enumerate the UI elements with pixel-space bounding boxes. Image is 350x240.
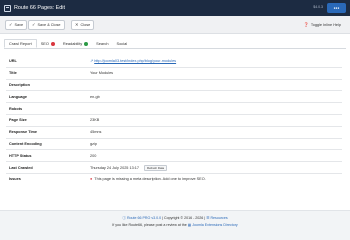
review-text: If you like Route66, please post a revie…: [112, 223, 188, 227]
close-button-label: Close: [80, 23, 91, 27]
row-label: Last Crawled: [9, 165, 33, 170]
refresh-data-button[interactable]: Refresh Data: [143, 164, 168, 171]
footer-review-line: If you like Route66, please post a revie…: [0, 223, 350, 227]
row-label: Response Time: [9, 130, 37, 135]
jed-link[interactable]: Joomla Extensions Directory: [192, 223, 238, 227]
warning-icon: ●: [90, 177, 93, 182]
row-label: Language: [9, 94, 27, 99]
table-row-title: Title Your Modules: [6, 66, 342, 79]
crawl-report-table: URL ↗ http://joomla03.test/index.php/blo…: [6, 55, 342, 185]
row-label: Robots: [9, 106, 23, 111]
last-crawled-date: Thursday 24 July 2025 13:17: [90, 165, 139, 170]
table-row-last-crawled: Last Crawled Thursday 24 July 2025 13:17…: [6, 161, 342, 173]
table-row-response-time: Response Time 45mns: [6, 125, 342, 138]
tab-seo[interactable]: SEO: [37, 39, 59, 48]
question-icon: ❓: [303, 21, 309, 27]
success-badge-icon: [84, 41, 89, 46]
book-icon: ☰: [206, 216, 210, 220]
footer: ⓘ Route 66 PRO v3.0.0 | Copyright © 2016…: [0, 210, 350, 240]
footer-copyright-line: ⓘ Route 66 PRO v3.0.0 | Copyright © 2016…: [0, 216, 350, 221]
row-value: en-gb: [90, 94, 100, 99]
table-row-page-size: Page Size 23KB: [6, 113, 342, 126]
row-value: 45mns: [90, 130, 102, 135]
tab-label: Search: [96, 41, 109, 46]
resources-link[interactable]: Resources: [210, 216, 227, 220]
external-link-icon: ↗: [90, 59, 94, 64]
tab-readability[interactable]: Readability: [59, 39, 92, 48]
page-url-link[interactable]: http://joomla03.test/index.php/blog/your…: [94, 59, 176, 63]
table-row-url: URL ↗ http://joomla03.test/index.php/blo…: [6, 55, 342, 67]
row-value: Your Modules: [90, 71, 114, 76]
page-title: Route 66 Pages: Edit: [14, 5, 65, 11]
tab-social[interactable]: Social: [113, 39, 132, 48]
table-row-issues: Issues ● This page is missing a meta des…: [6, 172, 342, 185]
row-value: ● This page is missing a meta descriptio…: [90, 177, 206, 181]
row-label: Issues: [9, 177, 21, 182]
row-label: Description: [9, 82, 30, 87]
row-value: ↗ http://joomla03.test/index.php/blog/yo…: [90, 58, 176, 64]
row-value: 200: [90, 153, 97, 158]
row-label: HTTP Status: [9, 153, 32, 158]
save-close-button-label: Save & Close: [37, 23, 61, 27]
version-text: $4.0.3: [313, 5, 323, 9]
table-row-language: Language en-gb: [6, 90, 342, 102]
table-row-content-encoding: Content Encoding gzip: [6, 137, 342, 150]
close-icon: ✕: [75, 21, 79, 27]
row-label: Content Encoding: [9, 141, 42, 146]
extensions-icon: ▦: [187, 223, 192, 227]
copyright-text: | Copyright © 2016 - 2026 |: [161, 216, 207, 220]
tab-label: Readability: [62, 41, 83, 46]
row-label: Title: [9, 71, 17, 76]
tab-search[interactable]: Search: [92, 39, 112, 48]
table-row-http-status: HTTP Status 200: [6, 149, 342, 161]
row-value: 23KB: [90, 118, 100, 123]
user-menu-button[interactable]: ●●●: [327, 3, 346, 13]
row-value: gzip: [90, 141, 97, 146]
row-label: Page Size: [9, 118, 27, 123]
row-label: URL: [9, 58, 17, 63]
issue-text: This page is missing a meta description.…: [94, 177, 206, 182]
tab-label: Crawl Report: [9, 41, 32, 46]
info-icon: ⓘ: [122, 216, 126, 220]
save-close-button[interactable]: ✓ Save & Close: [28, 20, 65, 30]
save-button[interactable]: ✓ Save: [5, 20, 28, 30]
tab-label: Social: [116, 41, 128, 46]
close-button[interactable]: ✕ Close: [71, 20, 95, 30]
error-badge-icon: [50, 41, 55, 46]
toggle-help-button[interactable]: ❓ Toggle Inline Help: [301, 20, 344, 30]
table-row-description: Description: [6, 78, 342, 91]
row-value: Thursday 24 July 2025 13:17 Refresh Data: [90, 164, 168, 171]
product-version-link[interactable]: Route 66 PRO v3.0.0: [127, 216, 161, 220]
tab-bar: Crawl Report SEO Readability Search Soci…: [4, 39, 346, 49]
tab-label: SEO: [40, 41, 49, 46]
tab-crawl-report[interactable]: Crawl Report: [4, 39, 37, 48]
save-icon: ✓: [9, 21, 13, 27]
header-bar: Route 66 Pages: Edit $4.0.3 ●●●: [0, 0, 350, 16]
save-button-label: Save: [14, 23, 24, 27]
check-icon: ✓: [32, 21, 36, 27]
toggle-help-label: Toggle Inline Help: [310, 23, 341, 27]
toolbar: ✓ Save ✓ Save & Close ✕ Close ❓ Toggle I…: [0, 16, 350, 34]
table-row-robots: Robots: [6, 102, 342, 114]
article-icon: [4, 4, 11, 12]
